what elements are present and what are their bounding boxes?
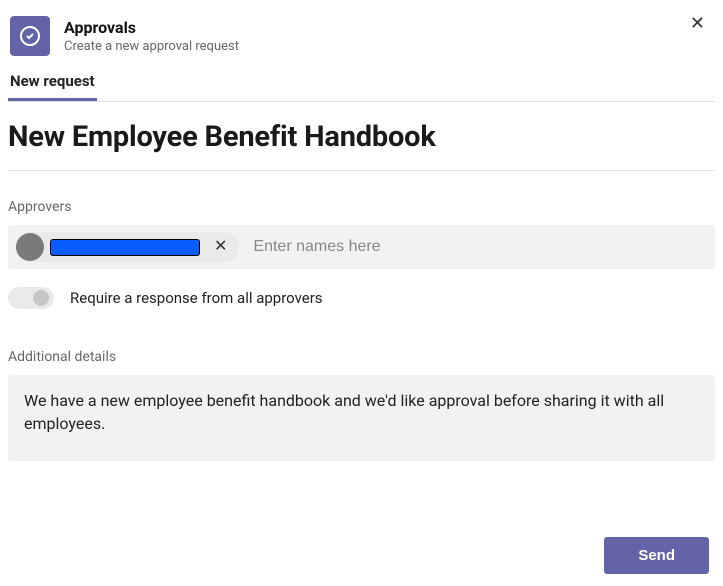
remove-approver-button[interactable]: ✕ <box>210 235 231 259</box>
send-button[interactable]: Send <box>604 537 709 574</box>
require-all-label: Require a response from all approvers <box>70 289 323 307</box>
require-all-toggle[interactable] <box>8 287 54 309</box>
request-title: New Employee Benefit Handbook <box>8 120 715 154</box>
app-subtitle: Create a new approval request <box>64 39 239 54</box>
divider <box>8 170 715 171</box>
toggle-knob <box>33 290 49 306</box>
redacted-name <box>50 239 200 256</box>
approvers-input-row[interactable]: ✕ <box>8 225 715 269</box>
header-text: Approvals Create a new approval request <box>64 18 239 54</box>
dialog-content: New Employee Benefit Handbook Approvers … <box>0 120 723 461</box>
approvals-app-icon <box>10 16 50 56</box>
close-button[interactable]: ✕ <box>686 10 709 36</box>
avatar <box>16 233 44 261</box>
tab-bar: New request <box>0 66 723 101</box>
approver-chip[interactable]: ✕ <box>15 232 239 262</box>
dialog-footer: Send <box>604 537 709 574</box>
approvers-input[interactable] <box>247 234 705 260</box>
divider <box>8 101 715 102</box>
tab-new-request[interactable]: New request <box>8 66 97 101</box>
approvers-label: Approvers <box>8 199 715 215</box>
require-all-row: Require a response from all approvers <box>8 287 715 309</box>
details-textarea[interactable]: We have a new employee benefit handbook … <box>8 375 715 461</box>
app-title: Approvals <box>64 18 239 37</box>
details-label: Additional details <box>8 349 715 365</box>
close-icon: ✕ <box>214 238 227 255</box>
close-icon: ✕ <box>690 13 705 33</box>
dialog-header: Approvals Create a new approval request … <box>0 0 723 66</box>
